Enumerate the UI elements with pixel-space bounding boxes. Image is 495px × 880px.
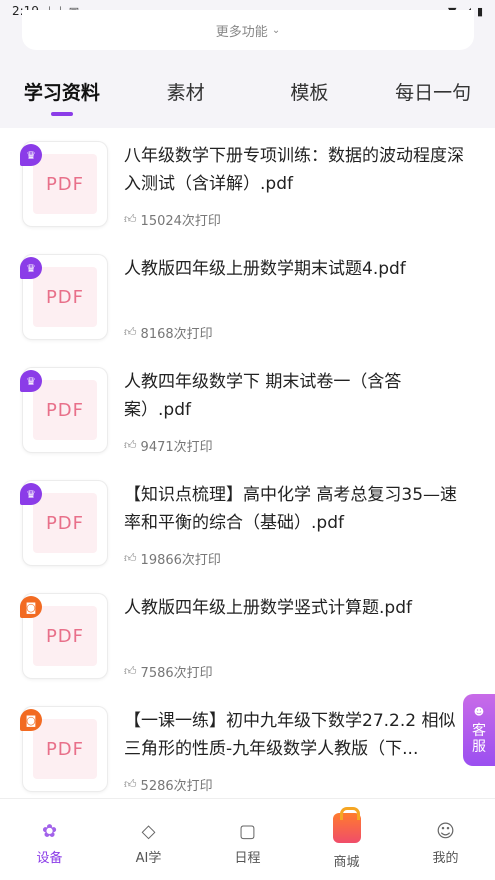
print-count: 9471次打印 (140, 440, 213, 455)
list-item[interactable]: PDF ♛ 人教四年级数学下 期末试卷一（含答案）.pdf 👍︎ 9471次打印 (0, 354, 495, 467)
nav-label: 设备 (36, 851, 63, 866)
gift-badge-icon: ◙ (20, 709, 42, 731)
shopping-bag-icon (332, 807, 361, 843)
category-tabs: 学习资料 素材 模板 每日一句 (0, 70, 495, 120)
grid-icon: ✿ (41, 821, 58, 842)
item-title: 八年级数学下册专项训练：数据的波动程度深入测试（含详解）.pdf (124, 146, 464, 194)
item-meta: 👍︎ 19866次打印 (124, 549, 221, 568)
nav-label: 商城 (333, 855, 360, 870)
crown-badge-icon: ♛ (20, 257, 42, 279)
crown-badge-icon: ♛ (20, 483, 42, 505)
nav-item-ai-learn[interactable]: ◇ AI学 (99, 799, 198, 880)
list-item[interactable]: PDF ◙ 【一课一练】初中九年级下数学27.2.2 相似三角形的性质-九年级数… (0, 693, 495, 798)
item-meta: 👍︎ 9471次打印 (124, 436, 213, 455)
nav-item-shop[interactable]: 商城 (297, 799, 396, 880)
list-item[interactable]: PDF ♛ 【知识点梳理】高中化学 高考总复习35—速率和平衡的综合（基础）.p… (0, 467, 495, 580)
tab-study-materials[interactable]: 学习资料 (0, 70, 124, 120)
more-functions-button[interactable]: 更多功能 ⌄ (22, 10, 474, 50)
nav-item-devices[interactable]: ✿ 设备 (0, 799, 99, 880)
thumb-up-icon: 👍︎ (124, 438, 137, 452)
service-label-1: 客 (472, 723, 486, 739)
gift-badge-icon: ◙ (20, 596, 42, 618)
battery-icon: ▮ (476, 4, 483, 18)
item-title: 人教版四年级上册数学竖式计算题.pdf (124, 598, 412, 618)
bottom-navigation: ✿ 设备 ◇ AI学 ▢ 日程 商城 ☺ 我的 (0, 798, 495, 880)
smile-face-icon: ☺ (436, 821, 455, 842)
nav-item-schedule[interactable]: ▢ 日程 (198, 799, 297, 880)
item-title: 人教版四年级上册数学期末试题4.pdf (124, 259, 406, 279)
nav-item-mine[interactable]: ☺ 我的 (396, 799, 495, 880)
service-smile-icon: ☻ (473, 707, 485, 718)
crown-badge-icon: ♛ (20, 370, 42, 392)
crown-badge-icon: ♛ (20, 144, 42, 166)
customer-service-button[interactable]: ☻ 客 服 (463, 694, 495, 766)
tab-templates[interactable]: 模板 (248, 70, 372, 120)
nav-label: AI学 (135, 851, 162, 866)
thumb-up-icon: 👍︎ (124, 325, 137, 339)
service-label-2: 服 (472, 739, 486, 755)
list-item[interactable]: PDF ♛ 八年级数学下册专项训练：数据的波动程度深入测试（含详解）.pdf 👍… (0, 128, 495, 241)
nav-label: 日程 (234, 851, 261, 866)
chevron-down-icon: ⌄ (271, 24, 281, 36)
print-count: 7586次打印 (140, 666, 213, 681)
thumb-up-icon: 👍︎ (124, 777, 137, 791)
item-meta: 👍︎ 8168次打印 (124, 323, 213, 342)
tab-daily-quote[interactable]: 每日一句 (371, 70, 495, 120)
item-meta: 👍︎ 5286次打印 (124, 775, 213, 794)
print-count: 8168次打印 (140, 327, 213, 342)
tab-materials[interactable]: 素材 (124, 70, 248, 120)
item-meta: 👍︎ 7586次打印 (124, 662, 213, 681)
item-title: 人教四年级数学下 期末试卷一（含答案）.pdf (124, 372, 402, 420)
thumb-up-icon: 👍︎ (124, 664, 137, 678)
graduation-cap-icon: ◇ (141, 821, 156, 842)
document-list: PDF ♛ 八年级数学下册专项训练：数据的波动程度深入测试（含详解）.pdf 👍… (0, 128, 495, 798)
print-count: 19866次打印 (140, 553, 221, 568)
calendar-icon: ▢ (238, 821, 256, 842)
thumb-up-icon: 👍︎ (124, 551, 137, 565)
print-count: 15024次打印 (140, 214, 221, 229)
print-count: 5286次打印 (140, 779, 213, 794)
list-item[interactable]: PDF ◙ 人教版四年级上册数学竖式计算题.pdf 👍︎ 7586次打印 (0, 580, 495, 693)
item-meta: 👍︎ 15024次打印 (124, 210, 221, 229)
nav-label: 我的 (432, 851, 459, 866)
item-title: 【一课一练】初中九年级下数学27.2.2 相似三角形的性质-九年级数学人教版（下… (124, 711, 456, 759)
item-title: 【知识点梳理】高中化学 高考总复习35—速率和平衡的综合（基础）.pdf (124, 485, 458, 533)
list-item[interactable]: PDF ♛ 人教版四年级上册数学期末试题4.pdf 👍︎ 8168次打印 (0, 241, 495, 354)
more-functions-label: 更多功能 (215, 24, 268, 40)
thumb-up-icon: 👍︎ (124, 212, 137, 226)
